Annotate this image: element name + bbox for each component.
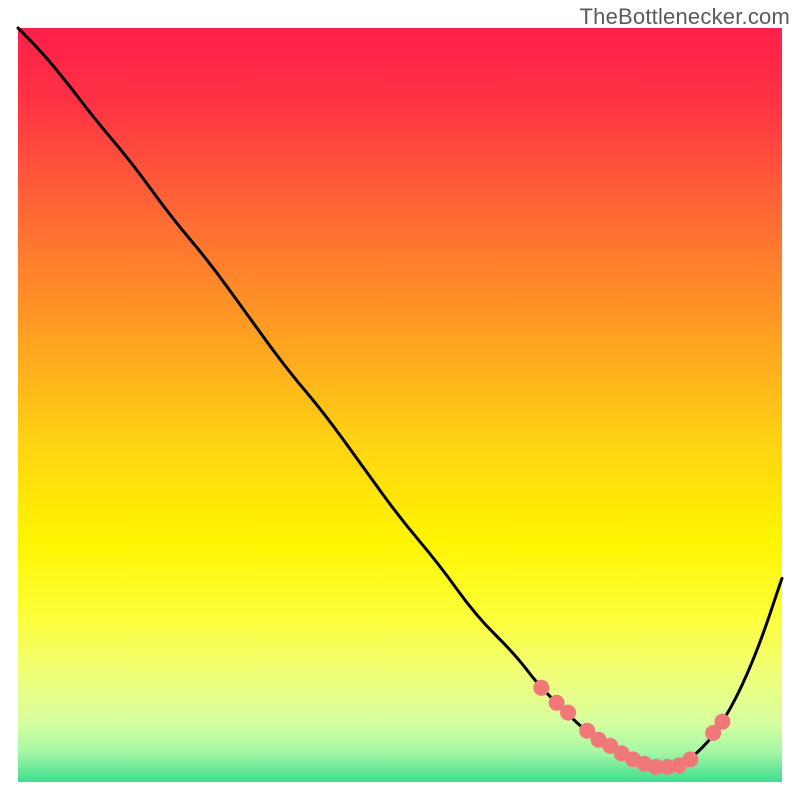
bead-point bbox=[533, 680, 549, 696]
bead-point bbox=[714, 714, 730, 730]
bottleneck-curve-chart bbox=[0, 0, 800, 800]
chart-stage: TheBottlenecker.com bbox=[0, 0, 800, 800]
bead-point bbox=[560, 705, 576, 721]
gradient-background bbox=[18, 28, 782, 782]
bead-point bbox=[682, 751, 698, 767]
